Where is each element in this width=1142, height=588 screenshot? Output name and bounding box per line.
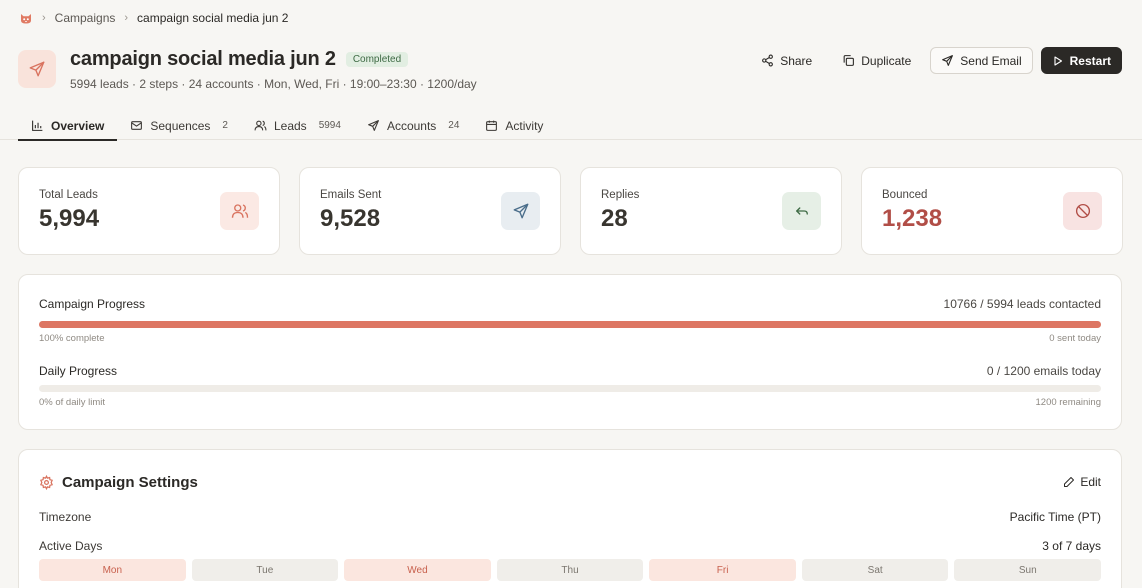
day-toggle-fri[interactable]: Fri: [649, 559, 796, 581]
day-toggle-sun[interactable]: Sun: [954, 559, 1102, 581]
tab-overview[interactable]: Overview: [18, 110, 118, 141]
tab-count: 24: [448, 120, 460, 131]
campaign-progress-label: Campaign Progress: [39, 297, 146, 311]
campaign-progress-bar: [39, 321, 1101, 328]
daily-progress-label: Daily Progress: [39, 364, 118, 378]
chevron-right-icon: ›: [124, 12, 129, 24]
settings-card: Campaign Settings Edit Timezone Pacific …: [18, 449, 1122, 588]
campaign-sent-today-text: 0 sent today: [1049, 333, 1101, 344]
duplicate-label: Duplicate: [861, 53, 912, 68]
campaign-progress-fill: [39, 321, 1101, 328]
daily-progress-summary: 0 / 1200 emails today: [986, 364, 1101, 378]
mail-icon: [131, 121, 143, 130]
campaign-complete-text: 100% complete: [39, 333, 105, 344]
active-days-value: 3 of 7 days: [1042, 539, 1101, 553]
tab-label: Accounts: [386, 118, 437, 133]
reply-icon: [782, 192, 821, 230]
pencil-icon: [1064, 477, 1075, 487]
day-toggle-sat[interactable]: Sat: [801, 559, 949, 581]
breadcrumb: › Campaigns › campaign social media jun …: [19, 10, 288, 26]
tab-label: Overview: [51, 118, 105, 133]
restart-button[interactable]: Restart: [1040, 47, 1122, 74]
tab-count: 2: [222, 120, 228, 131]
send-icon: [501, 192, 540, 230]
daily-progress-bar: [39, 385, 1101, 392]
campaign-icon: [18, 50, 56, 88]
stat-label: Total Leads: [39, 189, 98, 201]
duplicate-button[interactable]: Duplicate: [831, 47, 922, 74]
stat-value: 28: [601, 205, 628, 232]
bar-chart-icon: [32, 120, 43, 131]
breadcrumb-item-current: campaign social media jun 2: [137, 11, 289, 25]
timezone-value: Pacific Time (PT): [1009, 510, 1101, 524]
active-days-selector: Mon Tue Wed Thu Fri Sat Sun: [39, 559, 1102, 581]
send-icon: [942, 55, 954, 66]
stat-value: 1,238: [882, 205, 943, 232]
stat-card-total-leads: Total Leads 5,994: [18, 167, 280, 255]
stat-label: Emails Sent: [320, 189, 382, 201]
status-badge: Completed: [345, 52, 409, 67]
day-toggle-thu[interactable]: Thu: [496, 559, 644, 581]
edit-label: Edit: [1080, 475, 1101, 489]
progress-card: Campaign Progress 10766 / 5994 leads con…: [18, 274, 1122, 430]
tab-sequences[interactable]: Sequences 2: [117, 110, 241, 141]
tab-activity[interactable]: Activity: [472, 110, 556, 141]
gear-icon: [40, 475, 53, 490]
stat-label: Bounced: [882, 189, 928, 201]
send-email-label: Send Email: [960, 53, 1022, 68]
send-email-button[interactable]: Send Email: [930, 47, 1033, 74]
share-button[interactable]: Share: [750, 47, 823, 74]
timezone-label: Timezone: [39, 510, 92, 524]
ban-icon: [1063, 192, 1102, 230]
copy-icon: [843, 55, 855, 66]
tab-accounts[interactable]: Accounts 24: [354, 110, 472, 141]
active-days-label: Active Days: [39, 539, 103, 553]
restart-label: Restart: [1069, 53, 1111, 68]
stat-card-replies: Replies 28: [580, 167, 842, 255]
stat-label: Replies: [601, 189, 640, 201]
tab-label: Leads: [273, 118, 307, 133]
tab-label: Activity: [505, 118, 544, 133]
page-header: › Campaigns › campaign social media jun …: [0, 0, 1142, 141]
campaign-progress-summary: 10766 / 5994 leads contacted: [943, 297, 1101, 311]
users-icon: [254, 120, 267, 131]
stat-value: 5,994: [39, 205, 100, 232]
edit-settings-button[interactable]: Edit: [1063, 475, 1101, 489]
stats-row: Total Leads 5,994 Emails Sent 9,528 Repl…: [18, 167, 1123, 255]
day-toggle-wed[interactable]: Wed: [344, 559, 491, 581]
stat-card-emails-sent: Emails Sent 9,528: [299, 167, 561, 255]
daily-limit-text: 0% of daily limit: [39, 397, 105, 408]
share-icon: [762, 54, 774, 67]
share-label: Share: [780, 53, 813, 68]
send-icon: [368, 120, 379, 131]
app-logo-icon[interactable]: [19, 11, 33, 25]
tab-bar: Overview Sequences 2 Leads 5994 Accounts…: [18, 110, 556, 141]
day-toggle-tue[interactable]: Tue: [191, 559, 339, 581]
day-toggle-mon[interactable]: Mon: [39, 559, 186, 581]
campaign-summary: 5994 leads · 2 steps · 24 accounts · Mon…: [70, 77, 477, 91]
page-title: campaign social media jun 2: [70, 48, 336, 70]
stat-value: 9,528: [320, 205, 381, 232]
play-icon: [1054, 55, 1062, 66]
tab-leads[interactable]: Leads 5994: [241, 110, 354, 141]
tab-label: Sequences: [150, 118, 211, 133]
calendar-icon: [486, 120, 498, 131]
settings-title: Campaign Settings: [62, 474, 198, 491]
daily-remaining-text: 1200 remaining: [1035, 397, 1102, 408]
users-icon: [220, 192, 259, 230]
tab-count: 5994: [318, 120, 341, 131]
stat-card-bounced: Bounced 1,238: [861, 167, 1123, 255]
chevron-right-icon: ›: [42, 12, 46, 24]
breadcrumb-item-campaigns[interactable]: Campaigns: [55, 11, 116, 25]
